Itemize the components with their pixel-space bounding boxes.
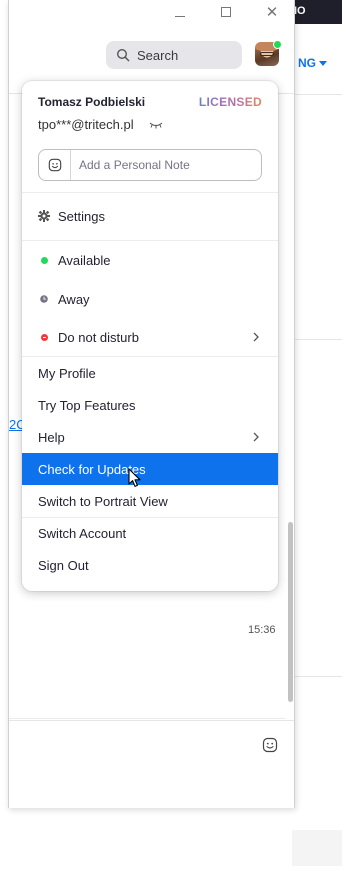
personal-note-input[interactable] — [79, 158, 249, 172]
status-away[interactable]: Away — [22, 283, 278, 315]
menu-item-label: Settings — [58, 208, 105, 224]
search-box[interactable] — [106, 41, 242, 69]
menu-divider — [22, 240, 278, 241]
menu-item-label: Sign Out — [38, 557, 89, 573]
menu-item-sign-out[interactable]: Sign Out — [22, 549, 278, 581]
menu-divider — [22, 192, 278, 193]
do-not-disturb-icon — [38, 331, 50, 343]
background-top-strip-text: IO — [294, 5, 306, 17]
divider — [292, 676, 342, 677]
message-timestamp: 15:36 — [248, 624, 276, 636]
menu-item-switch-portrait-view[interactable]: Switch to Portrait View — [22, 485, 278, 517]
avatar-glasses — [260, 52, 274, 56]
emoji-icon[interactable] — [262, 737, 278, 753]
background-footer — [292, 830, 342, 866]
scrollbar-thumb[interactable] — [288, 522, 293, 702]
menu-item-check-for-updates[interactable]: Check for Updates — [22, 453, 278, 485]
maximize-button[interactable] — [215, 2, 237, 22]
note-emoji-button[interactable] — [39, 150, 71, 180]
background-dropdown-text: NG — [298, 56, 316, 70]
menu-item-label: My Profile — [38, 365, 96, 381]
emoji-icon — [48, 158, 61, 172]
available-status-icon — [38, 254, 50, 266]
menu-item-label: Switch to Portrait View — [38, 493, 168, 509]
compose-area[interactable] — [9, 720, 294, 808]
menu-item-my-profile[interactable]: My Profile — [22, 357, 278, 389]
menu-item-settings[interactable]: Settings — [22, 200, 278, 232]
divider — [292, 339, 342, 340]
hide-email-icon[interactable] — [149, 121, 163, 129]
profile-menu: Tomasz Podbielski LICENSED tpo***@tritec… — [22, 81, 278, 591]
chevron-right-icon — [253, 332, 259, 342]
away-clock-icon — [38, 293, 50, 305]
menu-item-label: Away — [58, 291, 90, 307]
close-icon: ✕ — [265, 4, 279, 21]
menu-item-try-top-features[interactable]: Try Top Features — [22, 389, 278, 421]
maximize-icon — [221, 7, 231, 17]
background-dropdown-label[interactable]: NG — [298, 56, 327, 70]
menu-item-label: Try Top Features — [38, 397, 136, 413]
scrollbar-track[interactable] — [288, 130, 293, 705]
mouse-cursor-icon — [128, 468, 141, 487]
status-available[interactable]: Available — [22, 244, 278, 276]
background-top-strip: IO — [292, 0, 342, 24]
menu-item-label: Do not disturb — [58, 329, 139, 345]
status-do-not-disturb[interactable]: Do not disturb — [22, 321, 278, 353]
presence-status-dot — [273, 40, 282, 49]
license-badge: LICENSED — [198, 95, 262, 109]
menu-user-section: Tomasz Podbielski LICENSED tpo***@tritec… — [22, 81, 278, 192]
close-button[interactable]: ✕ — [261, 2, 283, 22]
menu-item-label: Available — [58, 252, 111, 268]
user-name: Tomasz Podbielski — [38, 95, 146, 109]
background-right-panel — [292, 24, 342, 866]
menu-item-label: Help — [38, 429, 65, 445]
divider — [9, 718, 286, 719]
caret-down-icon — [319, 61, 327, 67]
minimize-icon — [175, 15, 185, 17]
search-icon — [116, 48, 130, 62]
personal-note-field[interactable] — [38, 149, 262, 181]
menu-item-switch-account[interactable]: Switch Account — [22, 517, 278, 549]
minimize-button[interactable] — [169, 2, 191, 22]
title-bar: ✕ — [9, 0, 294, 26]
menu-item-help[interactable]: Help — [22, 421, 278, 453]
menu-item-label: Switch Account — [38, 525, 127, 541]
search-input[interactable] — [137, 47, 237, 63]
user-email: tpo***@tritech.pl — [38, 117, 134, 132]
chevron-right-icon — [253, 432, 259, 442]
gear-icon — [38, 210, 50, 222]
divider — [292, 94, 342, 95]
